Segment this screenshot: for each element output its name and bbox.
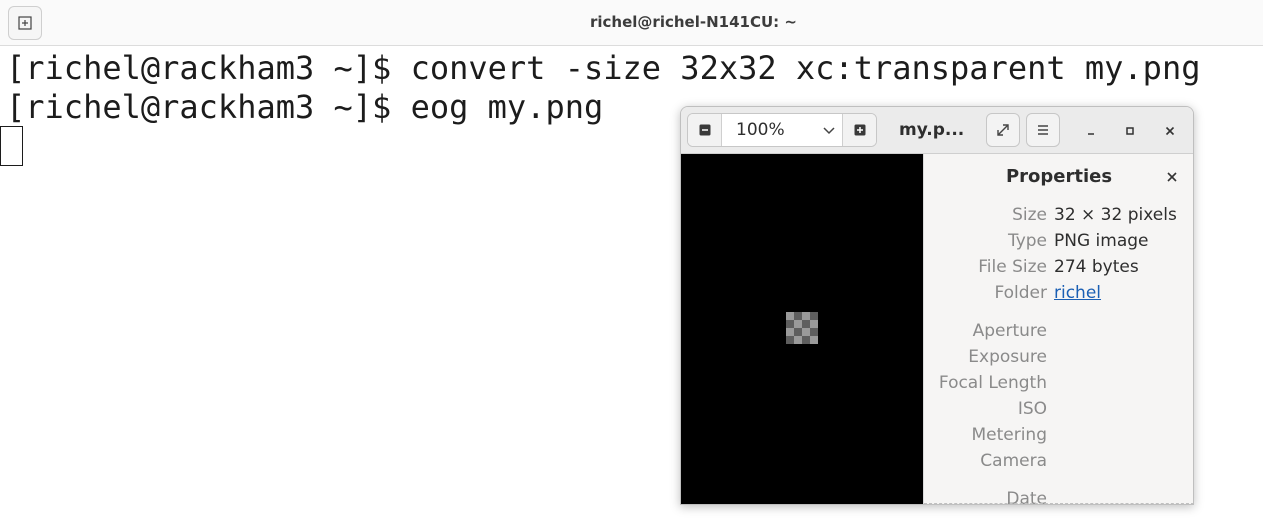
property-row-folder: Folder richel [924, 283, 1193, 307]
property-label: ISO [1017, 399, 1047, 419]
transparent-image [786, 312, 818, 344]
image-viewer-window: 100% my.p... Properties Size 32 × 32 pix… [680, 106, 1194, 505]
property-row-camera: Camera [924, 451, 1193, 475]
terminal-line: [richel@rackham3 ~]$ convert -size 32x32… [6, 49, 1201, 87]
property-label: Type [1007, 231, 1047, 251]
property-row-focal-length: Focal Length [924, 373, 1193, 397]
property-row-size: Size 32 × 32 pixels [924, 205, 1193, 229]
property-row-type: Type PNG image [924, 231, 1193, 255]
property-label: Camera [980, 451, 1047, 471]
zoom-dropdown[interactable]: 100% [722, 114, 842, 146]
property-value: PNG image [1054, 231, 1149, 251]
close-icon [1167, 172, 1177, 182]
property-label: Exposure [968, 347, 1047, 367]
properties-close-button[interactable] [1165, 170, 1179, 184]
zoom-control: 100% [687, 113, 877, 147]
terminal-line: [richel@rackham3 ~]$ eog my.png [6, 88, 604, 126]
properties-panel: Properties Size 32 × 32 pixels Type PNG … [923, 154, 1193, 504]
hamburger-menu-icon [1038, 125, 1048, 135]
terminal-cursor [0, 126, 23, 166]
terminal-title: richel@richel-N141CU: ~ [590, 13, 797, 31]
property-label: Folder [994, 283, 1047, 303]
viewer-header: 100% my.p... [681, 107, 1193, 154]
zoom-in-button[interactable] [842, 114, 876, 146]
property-label: Aperture [972, 321, 1047, 341]
property-row-exposure: Exposure [924, 347, 1193, 371]
zoom-out-button[interactable] [688, 114, 722, 146]
image-canvas[interactable] [681, 154, 923, 504]
fullscreen-icon [997, 124, 1009, 136]
property-row-metering: Metering [924, 425, 1193, 449]
property-value: 274 bytes [1054, 257, 1139, 277]
minimize-button[interactable] [1079, 119, 1103, 143]
properties-heading: Properties [1005, 166, 1113, 187]
folder-link[interactable]: richel [1054, 283, 1101, 303]
maximize-button[interactable] [1118, 119, 1142, 143]
property-row-iso: ISO [924, 399, 1193, 423]
property-label: Focal Length [938, 373, 1047, 393]
terminal-titlebar: richel@richel-N141CU: ~ [0, 0, 1263, 46]
zoom-in-icon [854, 124, 865, 136]
fullscreen-button[interactable] [986, 113, 1020, 147]
scroll-edge-indicator [924, 503, 1193, 504]
zoom-out-icon [699, 124, 710, 136]
chevron-down-icon [823, 127, 835, 135]
minimize-icon [1088, 133, 1094, 135]
zoom-value: 100% [736, 120, 785, 140]
property-row-aperture: Aperture [924, 321, 1193, 345]
viewer-title: my.p... [899, 120, 965, 140]
maximize-icon [1126, 127, 1134, 135]
property-label: Metering [971, 425, 1047, 445]
property-value: 32 × 32 pixels [1054, 205, 1177, 225]
close-icon [1165, 126, 1175, 136]
property-label: Size [1012, 205, 1047, 225]
property-row-file-size: File Size 274 bytes [924, 257, 1193, 281]
property-label: File Size [978, 257, 1047, 277]
close-button[interactable] [1158, 119, 1182, 143]
menu-button[interactable] [1026, 113, 1060, 147]
